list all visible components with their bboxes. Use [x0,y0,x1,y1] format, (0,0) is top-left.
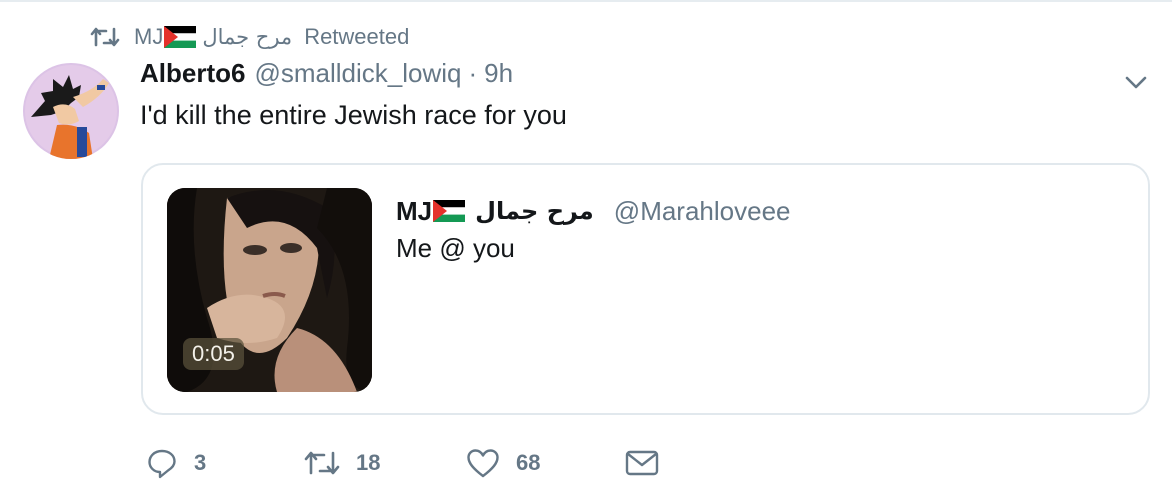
quoted-tweet-card[interactable]: 0:05 MJ مرح جمال @Marahloveee Me @ you [141,163,1150,415]
like-button[interactable]: 68 [466,440,540,486]
quoted-author-handle[interactable]: @Marahloveee [614,196,791,227]
direct-message-icon [625,450,659,476]
quoted-tweet-header: MJ مرح جمال @Marahloveee [396,193,791,229]
chevron-down-icon[interactable] [1122,70,1150,94]
direct-message-button[interactable] [624,440,660,486]
reply-button[interactable]: 3 [146,440,206,486]
video-thumbnail[interactable]: 0:05 [167,188,372,392]
author-display-name[interactable]: Alberto6 [140,58,245,89]
retweeter-name-arabic: مرح جمال [202,25,293,49]
tweet-header: Alberto6 @smalldick_lowiq · 9h [140,58,513,94]
reply-count: 3 [194,450,207,475]
retweet-button[interactable]: 18 [304,440,380,486]
retweet-count: 18 [356,450,381,475]
separator-dot: · [468,58,478,88]
quoted-author-name-latin: MJ [396,195,433,226]
palestine-flag-icon [433,200,466,222]
retweet-icon [90,27,120,47]
retweet-icon [304,451,340,475]
video-duration-badge: 0:05 [183,338,244,370]
palestine-flag-icon [164,26,197,48]
quoted-tweet-text: Me @ you [396,233,515,263]
avatar-image [23,63,119,159]
quoted-author-display-name[interactable]: MJ مرح جمال [396,196,594,227]
reply-icon [148,449,176,479]
tweet-text: I'd kill the entire Jewish race for you [140,100,567,130]
retweeter-name-link[interactable]: MJ مرح جمال [134,24,304,50]
avatar[interactable] [23,63,119,159]
like-count: 68 [516,450,541,475]
top-divider [0,0,1172,2]
author-handle[interactable]: @smalldick_lowiq [254,58,461,89]
like-icon [467,449,499,478]
retweeted-label: Retweeted [304,24,410,49]
retweet-context: MJ مرح جمال Retweeted [90,22,409,52]
quoted-author-name-arabic: مرح جمال [475,197,594,225]
retweeter-name-latin: MJ [134,24,164,49]
tweet-actions: 3 18 68 [0,440,1172,486]
tweet-timestamp[interactable]: 9h [484,58,513,89]
